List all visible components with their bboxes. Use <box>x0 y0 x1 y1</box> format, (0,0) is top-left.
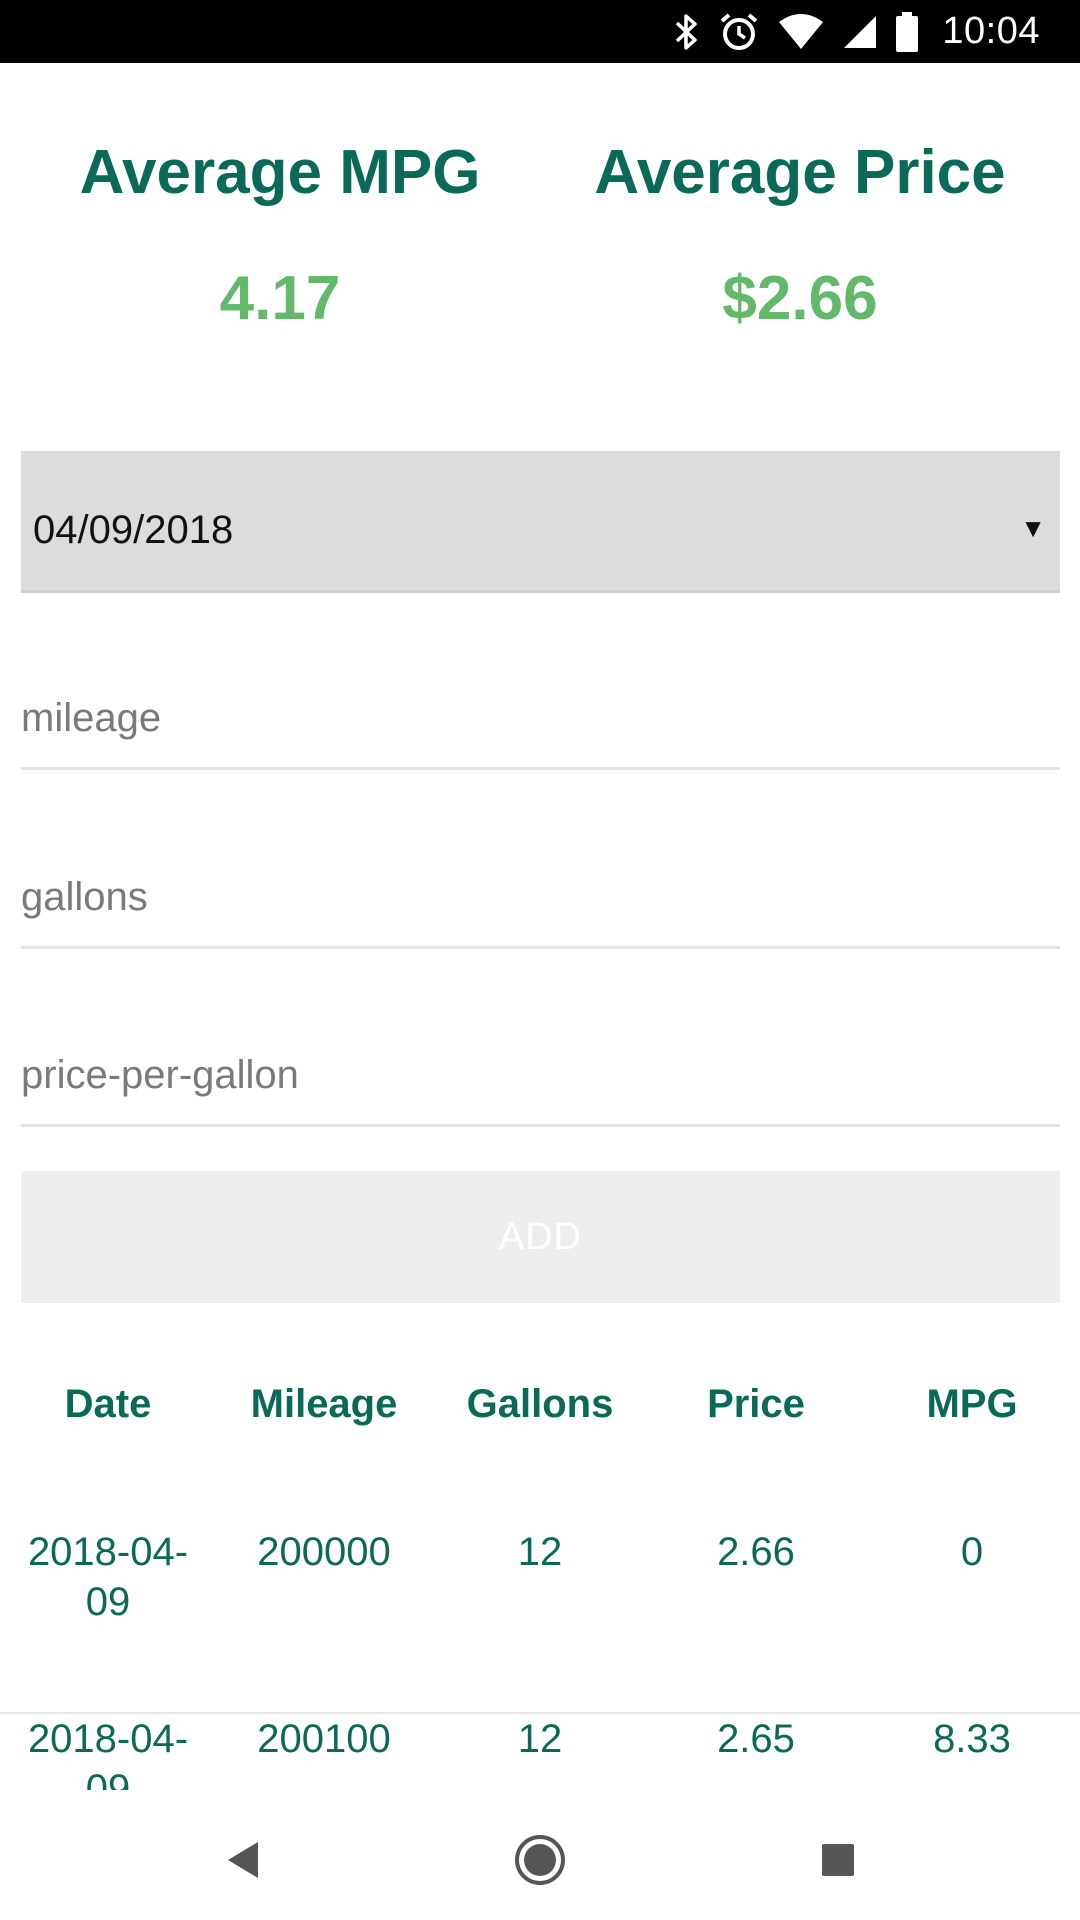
table-header: Date Mileage Gallons Price MPG <box>0 1340 1080 1470</box>
alarm-icon <box>718 10 760 54</box>
home-circle-icon <box>515 1835 565 1885</box>
table-row: 2018-04-09 200000 12 2.66 0 <box>0 1527 1080 1714</box>
bluetooth-icon <box>674 10 700 54</box>
row-price: 2.65 <box>717 1717 795 1761</box>
recents-button[interactable] <box>798 1820 878 1900</box>
row-mileage: 200000 <box>257 1530 391 1574</box>
row-date: 2018-04-09 <box>27 1530 189 1624</box>
row-gallons: 12 <box>517 1717 563 1761</box>
column-header-gallons: Gallons <box>466 1382 614 1426</box>
cell-signal-icon <box>842 10 878 54</box>
back-button[interactable] <box>202 1820 282 1900</box>
fillups-table: Date Mileage Gallons Price MPG 2018-04-0… <box>0 1340 1080 1790</box>
average-mpg-label: Average MPG <box>79 138 481 207</box>
wifi-icon <box>778 10 824 54</box>
add-button[interactable]: ADD <box>21 1171 1060 1303</box>
clock-time: 10:04 <box>942 10 1040 52</box>
column-header-mileage: Mileage <box>250 1382 398 1426</box>
column-header-date: Date <box>64 1382 152 1426</box>
average-price-label: Average Price <box>594 138 1006 207</box>
battery-icon <box>896 10 919 54</box>
price-per-gallon-input[interactable] <box>21 1027 1060 1127</box>
average-mpg-value: 4.17 <box>219 264 341 333</box>
stats-summary: Average MPG 4.17 Average Price $2.66 <box>0 63 1080 443</box>
average-price-value: $2.66 <box>722 264 878 333</box>
dropdown-caret-icon: ▼ <box>1020 513 1046 543</box>
column-header-price: Price <box>707 1382 805 1426</box>
app-screen: 10:04 Average MPG 4.17 Average Price $2.… <box>0 0 1080 1920</box>
column-header-mpg: MPG <box>926 1382 1018 1426</box>
row-mileage: 200100 <box>257 1717 391 1761</box>
home-button[interactable] <box>500 1820 580 1900</box>
date-select-value: 04/09/2018 <box>33 508 234 552</box>
mileage-input[interactable] <box>21 670 1060 770</box>
row-gallons: 12 <box>517 1530 563 1574</box>
row-mpg: 0 <box>960 1530 984 1574</box>
date-select[interactable]: 04/09/2018 ▼ <box>21 451 1060 593</box>
row-mpg: 8.33 <box>933 1717 1011 1761</box>
recents-square-icon <box>822 1844 854 1876</box>
back-triangle-icon <box>228 1842 258 1878</box>
status-bar: 10:04 <box>0 0 1080 63</box>
table-row: 2018-04-09 200100 12 2.65 8.33 <box>0 1714 1080 1790</box>
system-nav-bar <box>0 1790 1080 1920</box>
gallons-input[interactable] <box>21 849 1060 949</box>
row-price: 2.66 <box>717 1530 795 1574</box>
row-date: 2018-04-09 <box>27 1717 189 1790</box>
